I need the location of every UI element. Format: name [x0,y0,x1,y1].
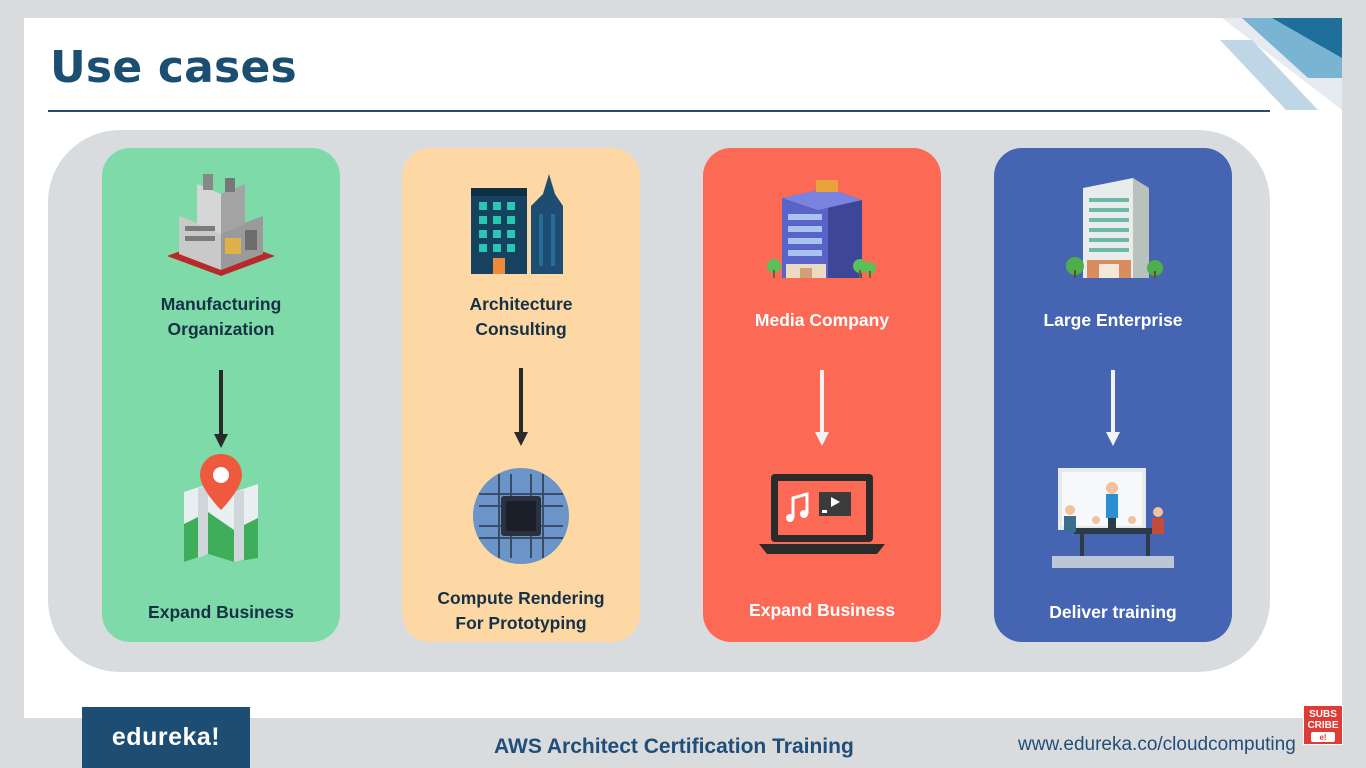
card-name: Media Company [754,310,890,330]
office-building-icon [767,180,876,278]
subscribe-line3: e! [1319,733,1327,742]
card-name-line1: Architecture [469,294,573,314]
subscribe-line1: SUBS [1309,709,1337,720]
factory-icon [167,174,275,276]
corner-decoration [1220,18,1342,110]
subscribe-play-icon: e! [1311,732,1335,742]
map-pin-icon [184,454,258,562]
subscribe-line2: CRIBE [1307,720,1339,731]
card-large-enterprise: Large Enterprise Deliver training [994,148,1232,642]
subscribe-button[interactable]: SUBS CRIBE e! [1303,705,1343,745]
card-manufacturing: Manufacturing Organization Expand Busine… [102,148,340,642]
footer-url[interactable]: www.edureka.co/cloudcomputing [1018,734,1296,756]
card-name: Architecture Consulting [402,292,640,342]
laptop-media-icon [759,474,885,554]
meeting-training-icon [1052,468,1174,568]
card-name-line2: Consulting [475,319,567,339]
card-result: Deliver training [1049,602,1177,622]
down-arrow-icon [815,370,829,446]
title-divider [48,110,1270,112]
course-title: AWS Architect Certification Training [494,735,854,758]
down-arrow-icon [1106,370,1120,446]
card-media-company: Media Company Expand Business [703,148,941,642]
page-title: Use cases [50,42,297,93]
card-result-line2: For Prototyping [455,613,587,633]
card-name: Manufacturing Organization [102,292,340,342]
down-arrow-icon [214,370,228,448]
card-name: Large Enterprise [1043,310,1183,330]
edureka-logo[interactable]: edureka! [82,707,250,768]
card-architecture: Architecture Consulting Compute Renderin… [402,148,640,642]
cpu-chip-icon [473,468,569,564]
card-result: Expand Business [148,602,294,622]
card-name-line1: Manufacturing [160,294,282,314]
card-result: Compute Rendering For Prototyping [402,586,640,636]
down-arrow-icon [514,368,528,446]
tower-building-icon [1066,178,1163,278]
card-result: Expand Business [749,600,895,620]
card-result-line1: Compute Rendering [437,588,605,608]
card-name-line2: Organization [167,319,275,339]
skyscrapers-icon [471,174,563,274]
